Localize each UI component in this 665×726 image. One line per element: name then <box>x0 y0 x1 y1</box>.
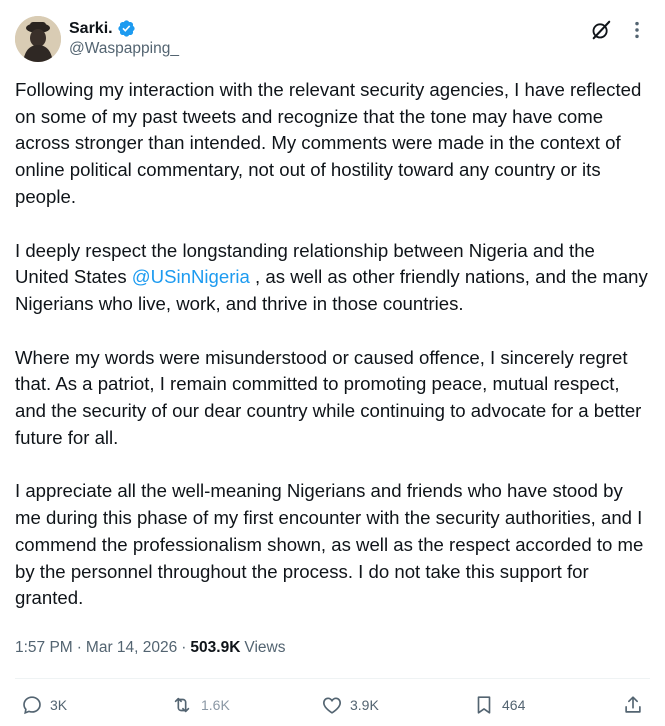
like-button[interactable]: 3.9K <box>321 694 379 716</box>
tweet-paragraph: I appreciate all the well-meaning Nigeri… <box>15 480 644 609</box>
views-count[interactable]: 503.9K <box>190 639 240 657</box>
display-name[interactable]: Sarki. <box>69 20 113 38</box>
avatar[interactable] <box>15 16 61 62</box>
tweet-paragraph: Following my interaction with the releva… <box>15 79 642 207</box>
mention-link[interactable]: @USinNigeria <box>132 266 250 287</box>
repost-count: 1.6K <box>201 697 230 713</box>
divider <box>15 678 650 679</box>
tweet-time[interactable]: 1:57 PM <box>15 639 73 657</box>
grok-icon[interactable] <box>590 19 612 41</box>
separator: · <box>76 639 82 656</box>
action-bar: 3K 1.6K 3.9K 464 <box>15 694 650 720</box>
verified-badge-icon <box>117 20 135 37</box>
reply-count: 3K <box>50 697 68 713</box>
share-icon <box>625 696 641 713</box>
repost-button[interactable]: 1.6K <box>170 694 230 716</box>
tweet-header: Sarki. @Waspapping_ <box>15 15 650 67</box>
reply-button[interactable]: 3K <box>21 694 67 716</box>
reply-icon <box>23 696 41 715</box>
separator: · <box>181 639 187 656</box>
bookmark-button[interactable]: 464 <box>473 694 525 716</box>
share-button[interactable] <box>622 694 644 716</box>
tweet-date[interactable]: Mar 14, 2026 <box>86 639 177 657</box>
repost-icon <box>174 697 190 713</box>
views-label: Views <box>244 639 286 656</box>
tweet-text: Following my interaction with the releva… <box>15 77 651 639</box>
like-count: 3.9K <box>350 697 379 713</box>
more-icon[interactable] <box>626 19 648 41</box>
like-icon <box>323 697 341 714</box>
bookmark-icon <box>477 696 491 714</box>
tweet-paragraph: Where my words were misunderstood or cau… <box>15 346 642 448</box>
tweet-paragraph: I deeply respect the longstanding relati… <box>15 238 651 318</box>
user-names: Sarki. @Waspapping_ <box>69 18 179 58</box>
bookmark-count: 464 <box>502 697 526 713</box>
user-handle[interactable]: @Waspapping_ <box>69 40 179 58</box>
tweet-meta: 1:57 PM · Mar 14, 2026 · 503.9K Views <box>15 637 285 659</box>
